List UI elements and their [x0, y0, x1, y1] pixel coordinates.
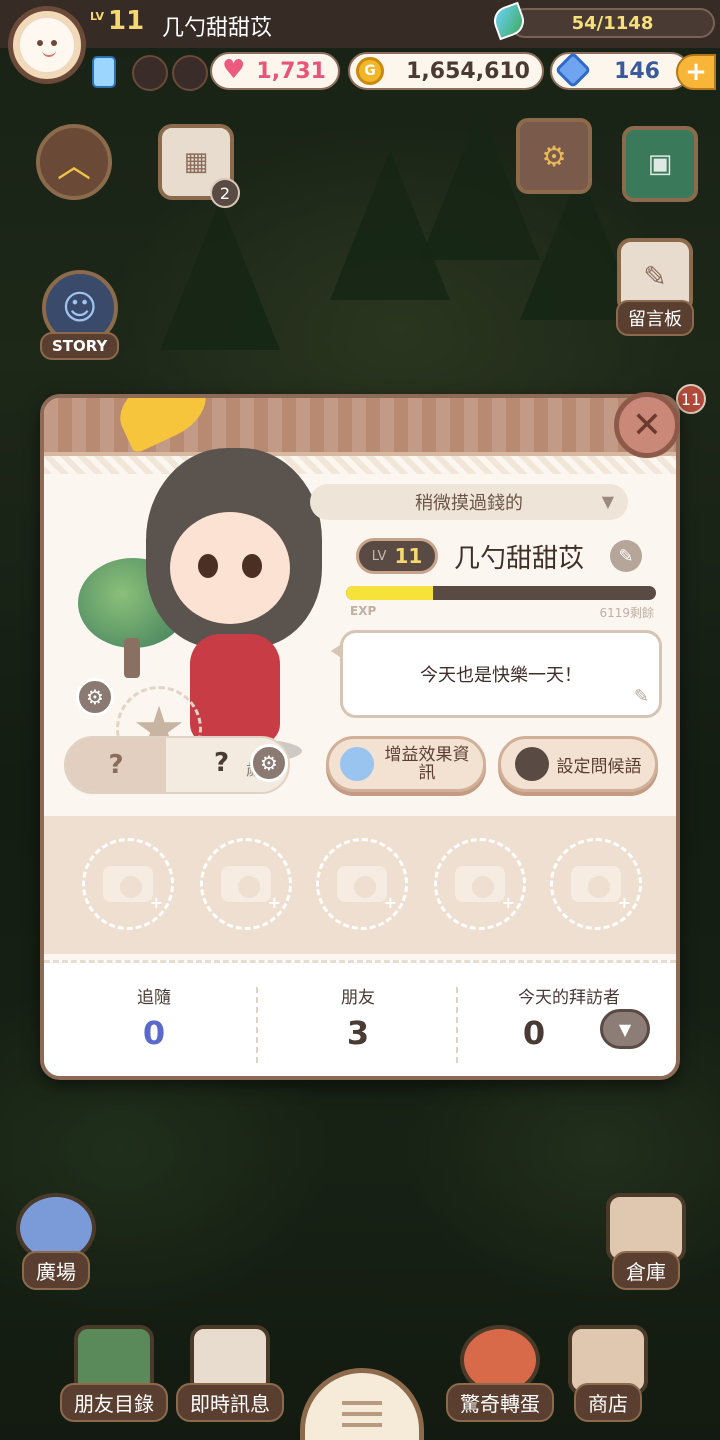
visitors-expand-chevron-icon[interactable]: ▼: [600, 1009, 650, 1049]
close-popup-button[interactable]: ✕: [614, 392, 680, 458]
chevron-down-icon: ▼: [601, 492, 614, 511]
buff-info-label: 增益效果資訊: [384, 745, 470, 783]
buff-slot[interactable]: [132, 55, 168, 91]
photo-slot[interactable]: [316, 838, 408, 930]
level-tag: LV: [90, 10, 105, 23]
menu-icon: [342, 1401, 382, 1427]
photo-slot[interactable]: [82, 838, 174, 930]
character-dress: [190, 634, 280, 744]
popup-level-value: 11: [394, 544, 423, 568]
set-greeting-label: 設定問候語: [556, 756, 642, 777]
box-icon: ▣: [622, 126, 698, 202]
energy-value: 54/1148: [571, 12, 654, 34]
build-button[interactable]: ⚙: [516, 118, 592, 194]
energy-bar[interactable]: 54/1148: [510, 8, 715, 38]
title-value: 稍微摸過錢的: [415, 493, 523, 514]
plaza-button[interactable]: 廣場: [16, 1193, 96, 1290]
profile-popup: ★ ⚙ 稍微摸過錢的 ▼ LV 11 几勺甜甜苡 ✎ EXP 6119剩餘 今天…: [40, 394, 680, 1080]
photo-slot[interactable]: [550, 838, 642, 930]
shop-button[interactable]: 商店: [568, 1325, 648, 1422]
age-settings-gear-icon[interactable]: ⚙: [250, 744, 288, 782]
stat-friends[interactable]: 朋友 3: [288, 983, 428, 1052]
exp-bar: [346, 586, 656, 600]
build-gear-icon: ⚙: [516, 118, 592, 194]
add-currency-button[interactable]: +: [676, 54, 716, 90]
stat-divider: [256, 987, 258, 1063]
age-value: ?: [214, 748, 230, 778]
photo-slot[interactable]: [200, 838, 292, 930]
popup-level-pill: LV 11: [356, 538, 438, 574]
stat-value: 0: [522, 1014, 546, 1052]
story-label: STORY: [40, 332, 120, 360]
buff-character-icon: [340, 747, 374, 781]
messages-button[interactable]: 即時訊息: [176, 1325, 284, 1422]
exp-bar-fill: [346, 586, 433, 600]
greeting-character-icon: [514, 747, 549, 781]
profile-stats: 追隨 0 朋友 3 今天的拜訪者 0 ▼: [44, 960, 676, 1076]
friends-list-button[interactable]: 朋友目錄: [60, 1325, 168, 1422]
story-button[interactable]: ☺ STORY: [40, 270, 120, 360]
plaza-label: 廣場: [22, 1251, 90, 1290]
character-eye: [198, 554, 218, 578]
stat-followers[interactable]: 追隨 0: [84, 983, 224, 1052]
gold-value: 1,654,610: [406, 58, 530, 84]
camera-icon: [455, 866, 515, 912]
character-eye: [242, 554, 262, 578]
set-greeting-button[interactable]: 設定問候語: [498, 736, 658, 792]
greeting-text: 今天也是快樂一天！: [420, 665, 582, 686]
gems-value: 146: [614, 58, 660, 84]
gacha-label: 驚奇轉蛋: [446, 1383, 554, 1422]
greeting-bubble[interactable]: 今天也是快樂一天！ ✎: [331, 630, 662, 718]
character-face: [170, 512, 290, 624]
calendar-button[interactable]: ▦ 2: [158, 124, 240, 208]
board-label: 留言板: [616, 300, 694, 336]
tree-trunk: [124, 638, 140, 678]
friends-label: 朋友目錄: [60, 1383, 168, 1422]
potion-icon[interactable]: [92, 56, 116, 88]
edit-name-icon[interactable]: ✎: [610, 540, 642, 572]
photo-slot[interactable]: [434, 838, 526, 930]
edit-greeting-icon[interactable]: ✎: [634, 686, 649, 707]
storage-button[interactable]: 倉庫: [606, 1193, 686, 1290]
camera-icon: [337, 866, 397, 912]
avatar-settings-gear-icon[interactable]: ⚙: [76, 678, 114, 716]
stat-value: 0: [142, 1014, 166, 1052]
buff-slot[interactable]: [172, 55, 208, 91]
stat-label: 追隨: [137, 988, 171, 1008]
messages-label: 即時訊息: [176, 1383, 284, 1422]
gacha-button[interactable]: 驚奇轉蛋: [446, 1325, 554, 1422]
coin-icon: G: [356, 57, 384, 85]
buff-info-button[interactable]: 增益效果資訊: [326, 736, 486, 792]
player-avatar[interactable]: [8, 6, 86, 84]
avatar-face-icon: [18, 16, 76, 74]
couple-avatar-icon: ?: [66, 738, 166, 792]
level-up-button[interactable]: ︿: [36, 124, 112, 200]
camera-icon: [571, 866, 631, 912]
camera-icon: [221, 866, 281, 912]
popup-player-name: 几勺甜甜苡: [454, 544, 585, 574]
stat-value: 3: [346, 1014, 370, 1052]
storage-label: 倉庫: [612, 1251, 680, 1290]
popup-level-tag: LV: [371, 548, 387, 564]
player-level: 11: [108, 6, 145, 36]
message-board-button[interactable]: ✎ 留言板: [616, 238, 694, 336]
stat-label: 朋友: [341, 988, 375, 1008]
notice-badge: 11: [676, 384, 706, 414]
title-dropdown[interactable]: 稍微摸過錢的 ▼: [310, 484, 628, 520]
camera-icon: [103, 866, 163, 912]
heart-icon: ♥: [222, 55, 246, 85]
shop-label: 商店: [574, 1383, 642, 1422]
exp-label: EXP: [350, 604, 377, 618]
stat-label: 今天的拜訪者: [518, 988, 620, 1008]
player-name: 几勺甜甜苡: [162, 16, 273, 41]
hearts-value: 1,731: [256, 58, 326, 84]
stat-divider: [456, 987, 458, 1063]
chevron-up-icon: ︿: [36, 124, 112, 200]
calendar-badge: 2: [210, 178, 240, 208]
exp-remaining: 6119剩餘: [599, 606, 654, 620]
storage-box-button[interactable]: ▣: [622, 126, 698, 202]
